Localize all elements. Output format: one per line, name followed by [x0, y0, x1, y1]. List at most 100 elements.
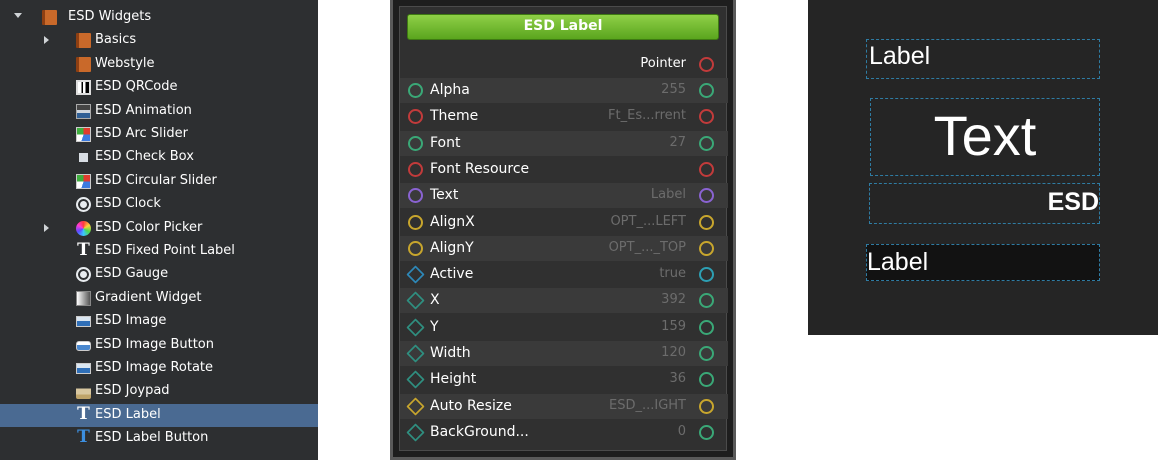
property-row[interactable]: Font Resource: [400, 157, 728, 182]
left-diamond-port-icon[interactable]: [406, 396, 425, 416]
output-pointer-label: Pointer: [640, 56, 686, 71]
property-value[interactable]: 159: [661, 319, 686, 334]
left-circle-port-icon[interactable]: [408, 161, 423, 177]
property-value[interactable]: 392: [661, 292, 686, 307]
left-circle-port-icon[interactable]: [408, 214, 423, 230]
right-circle-port-icon[interactable]: [699, 83, 714, 98]
preview-label-text: Label: [867, 248, 929, 276]
left-diamond-port-icon[interactable]: [406, 265, 425, 284]
property-row[interactable]: Alpha 255: [400, 78, 728, 103]
folder-book-icon: [76, 33, 91, 49]
tree-item-label: ESD Label: [95, 406, 161, 422]
color-wheel-icon: [76, 220, 91, 236]
chevron-down-icon[interactable]: [14, 13, 22, 18]
left-circle-port-icon[interactable]: [408, 135, 423, 151]
tree-item-label: ESD Fixed Point Label: [95, 243, 235, 258]
right-circle-port-icon[interactable]: [699, 161, 714, 177]
property-row[interactable]: AlignX OPT_...LEFT: [400, 210, 728, 235]
property-value[interactable]: 36: [669, 371, 686, 386]
tree-item[interactable]: ESD Gauge: [0, 263, 318, 286]
tree-item[interactable]: T ESD Fixed Point Label: [0, 240, 318, 263]
right-circle-port-icon[interactable]: [699, 135, 714, 151]
folder-book-icon: [76, 56, 91, 72]
property-row[interactable]: Width 120: [400, 341, 728, 366]
property-value[interactable]: OPT_...LEFT: [610, 214, 686, 229]
right-circle-port-icon[interactable]: [699, 240, 714, 256]
tree-item[interactable]: ESD Animation: [0, 100, 318, 123]
left-diamond-port-icon[interactable]: [406, 344, 425, 363]
property-row[interactable]: Auto Resize ESD_...IGHT: [400, 393, 728, 419]
tree-item[interactable]: ESD Color Picker: [0, 217, 318, 240]
tree-item[interactable]: T ESD Label Button: [0, 427, 318, 450]
chevron-right-icon[interactable]: [44, 36, 49, 45]
left-circle-port-icon[interactable]: [408, 109, 423, 125]
property-row[interactable]: Y 159: [400, 315, 728, 340]
property-row[interactable]: Active true: [400, 262, 728, 287]
right-circle-port-icon[interactable]: [699, 267, 714, 283]
left-diamond-port-icon[interactable]: [406, 291, 425, 311]
property-value[interactable]: Ft_Es...rrent: [608, 108, 686, 123]
preview-label-with-background[interactable]: Label: [866, 244, 1100, 281]
tree-item[interactable]: ESD Clock: [0, 193, 318, 216]
left-diamond-port-icon[interactable]: [406, 423, 425, 442]
tree-item[interactable]: ESD Widgets: [0, 6, 318, 29]
tree-item[interactable]: Gradient Widget: [0, 287, 318, 310]
preview-label-right-bold[interactable]: ESD: [869, 183, 1100, 224]
tree-item[interactable]: ESD Image Button: [0, 334, 318, 357]
node-title-bar[interactable]: ESD Label: [407, 14, 719, 40]
property-value[interactable]: Label: [651, 187, 686, 202]
property-row[interactable]: X 392: [400, 288, 728, 314]
output-pointer-port[interactable]: [699, 57, 714, 72]
right-circle-port-icon[interactable]: [699, 424, 714, 440]
property-value[interactable]: 0: [678, 424, 686, 439]
preview-label-text: Label: [869, 42, 931, 70]
tree-item[interactable]: ESD Image: [0, 310, 318, 333]
property-row[interactable]: BackGround... 0: [400, 420, 728, 445]
right-circle-port-icon[interactable]: [699, 293, 714, 309]
property-value[interactable]: true: [659, 266, 686, 281]
property-row[interactable]: Height 36: [400, 367, 728, 392]
text-t-icon: T: [77, 403, 90, 424]
tree-item[interactable]: ESD Circular Slider: [0, 170, 318, 193]
left-circle-port-icon[interactable]: [408, 188, 423, 204]
right-circle-port-icon[interactable]: [699, 346, 714, 361]
property-row[interactable]: Theme Ft_Es...rrent: [400, 104, 728, 129]
property-value[interactable]: 120: [661, 345, 686, 360]
tree-item-label: ESD Color Picker: [95, 219, 203, 235]
right-circle-port-icon[interactable]: [699, 398, 714, 414]
tree-item[interactable]: Webstyle: [0, 53, 318, 76]
property-name: Text: [430, 187, 459, 204]
tree-item[interactable]: ESD Joypad: [0, 380, 318, 403]
left-circle-port-icon[interactable]: [408, 83, 423, 98]
property-row[interactable]: Text Label: [400, 183, 728, 209]
tree-item-label: ESD Circular Slider: [95, 172, 217, 188]
tree-item[interactable]: ESD Check Box: [0, 146, 318, 169]
tree-item[interactable]: ESD QRCode: [0, 76, 318, 99]
chevron-right-icon[interactable]: [44, 223, 49, 232]
tree-item-label: ESD Clock: [95, 196, 161, 212]
preview-label-top-left[interactable]: Label: [866, 39, 1100, 79]
right-circle-port-icon[interactable]: [699, 109, 714, 125]
tree-item-label: ESD Joypad: [95, 383, 170, 399]
right-circle-port-icon[interactable]: [699, 188, 714, 204]
right-circle-port-icon[interactable]: [699, 372, 714, 388]
tree-item[interactable]: T ESD Label: [0, 403, 318, 427]
property-value[interactable]: OPT_..._TOP: [609, 240, 686, 255]
right-circle-port-icon[interactable]: [699, 214, 714, 230]
property-row[interactable]: Font 27: [400, 130, 728, 156]
tree-item[interactable]: ESD Arc Slider: [0, 123, 318, 146]
left-diamond-port-icon[interactable]: [406, 318, 425, 337]
folder-book-icon: [42, 10, 57, 25]
property-value[interactable]: 255: [661, 82, 686, 97]
property-name: Font Resource: [430, 160, 530, 177]
property-value[interactable]: 27: [669, 135, 686, 150]
tree-item[interactable]: ESD Image Rotate: [0, 357, 318, 380]
left-circle-port-icon[interactable]: [408, 240, 423, 256]
property-row[interactable]: AlignY OPT_..._TOP: [400, 235, 728, 261]
property-value[interactable]: ESD_...IGHT: [609, 398, 686, 413]
tree-item-label: ESD QRCode: [95, 79, 178, 95]
right-circle-port-icon[interactable]: [699, 319, 714, 335]
tree-item[interactable]: Basics: [0, 29, 318, 52]
preview-label-centered-large[interactable]: Text: [870, 98, 1100, 176]
left-diamond-port-icon[interactable]: [406, 370, 425, 389]
